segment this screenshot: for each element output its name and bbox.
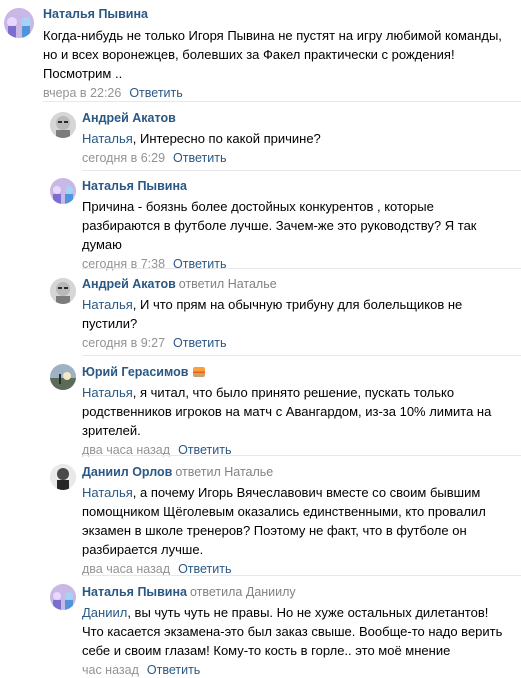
comment-time[interactable]: час назад — [82, 663, 139, 677]
comment-text: Причина - боязнь более достойных конкуре… — [82, 199, 477, 252]
reply-to-label[interactable]: ответил Наталье — [175, 465, 273, 479]
mention-link[interactable]: Наталья — [82, 485, 133, 500]
divider — [82, 575, 521, 576]
divider — [82, 170, 521, 171]
reply-to-label[interactable]: ответила Даниилу — [190, 585, 296, 599]
girls-avatar-icon — [4, 8, 34, 38]
comment-author[interactable]: Наталья Пывина — [82, 179, 187, 193]
comment-reply: Андрей Акатов ответил Наталье Наталья, И … — [0, 272, 521, 352]
man-bw-avatar-icon — [50, 464, 76, 490]
mention-link[interactable]: Даниил — [82, 605, 127, 620]
comment: Наталья Пывина Когда-нибудь не только Иг… — [0, 4, 521, 100]
comment-time[interactable]: сегодня в 6:29 — [82, 151, 165, 165]
comment-author[interactable]: Даниил Орлов — [82, 465, 172, 479]
avatar[interactable] — [50, 464, 76, 490]
reply-button[interactable]: Ответить — [178, 562, 231, 576]
avatar[interactable] — [50, 364, 76, 390]
comment-time[interactable]: сегодня в 9:27 — [82, 336, 165, 350]
sunset-avatar-icon — [50, 364, 76, 390]
comment-text: , а почему Игорь Вячеславович вместе со … — [82, 485, 486, 557]
comment-text: , Интересно по какой причине? — [132, 131, 321, 146]
divider — [82, 455, 521, 456]
comment-reply: Наталья Пывина Причина - боязнь более до… — [0, 174, 521, 271]
reply-button[interactable]: Ответить — [147, 663, 200, 677]
divider — [43, 101, 521, 102]
avatar[interactable] — [50, 278, 76, 304]
sunset-emoji-icon — [193, 367, 206, 377]
comment-time[interactable]: два часа назад — [82, 562, 170, 576]
girls-avatar-icon — [50, 178, 76, 204]
man-glasses-avatar-icon — [50, 112, 76, 138]
comment-reply: Юрий Герасимов Наталья, я читал, что был… — [0, 360, 521, 457]
reply-button[interactable]: Ответить — [173, 336, 226, 350]
reply-to-label[interactable]: ответил Наталье — [179, 277, 277, 291]
mention-link[interactable]: Наталья — [82, 131, 133, 146]
comment-author[interactable]: Наталья Пывина — [82, 585, 187, 599]
girls-avatar-icon — [50, 584, 76, 610]
comment-author[interactable]: Андрей Акатов — [82, 277, 176, 291]
avatar[interactable] — [4, 8, 34, 38]
man-glasses-avatar-icon — [50, 278, 76, 304]
comment-author[interactable]: Андрей Акатов — [82, 111, 176, 125]
comment-author[interactable]: Юрий Герасимов — [82, 365, 188, 379]
divider — [82, 355, 521, 356]
comment-text: , я читал, что было принято решение, пус… — [82, 385, 492, 438]
comment-time[interactable]: вчера в 22:26 — [43, 86, 121, 100]
mention-link[interactable]: Наталья — [82, 297, 133, 312]
comment-text: Когда-нибудь не только Игоря Пывина не п… — [43, 28, 502, 81]
avatar[interactable] — [50, 178, 76, 204]
comment-reply: Андрей Акатов Наталья, Интересно по како… — [0, 106, 521, 166]
avatar[interactable] — [50, 584, 76, 610]
comment-reply: Даниил Орлов ответил Наталье Наталья, а п… — [0, 460, 521, 576]
comment-author[interactable]: Наталья Пывина — [43, 7, 148, 21]
mention-link[interactable]: Наталья — [82, 385, 133, 400]
avatar[interactable] — [50, 112, 76, 138]
comment-text: , вы чуть чуть не правы. Но не хуже оста… — [82, 605, 503, 658]
divider — [82, 268, 521, 269]
reply-button[interactable]: Ответить — [173, 151, 226, 165]
reply-button[interactable]: Ответить — [129, 86, 182, 100]
comment-text: , И что прям на обычную трибуну для боле… — [82, 297, 463, 331]
comment-reply: Наталья Пывина ответила Даниилу Даниил, в… — [0, 580, 521, 677]
